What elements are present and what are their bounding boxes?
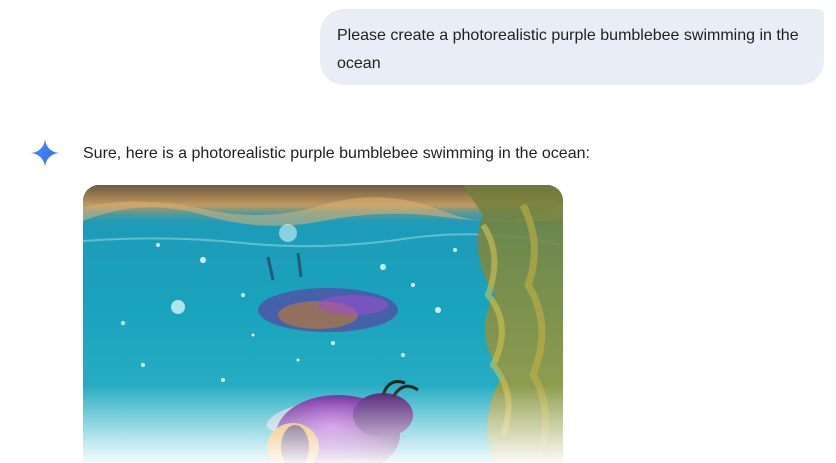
bumblebee-ocean-image [83, 185, 563, 463]
sparkle-icon [30, 138, 60, 168]
assistant-message-text: Sure, here is a photorealistic purple bu… [83, 145, 590, 162]
generated-image[interactable] [83, 185, 563, 463]
chat-conversation: Please create a photorealistic purple bu… [0, 0, 836, 463]
user-message-text: Please create a photorealistic purple bu… [337, 27, 799, 72]
user-message-bubble: Please create a photorealistic purple bu… [320, 9, 824, 85]
